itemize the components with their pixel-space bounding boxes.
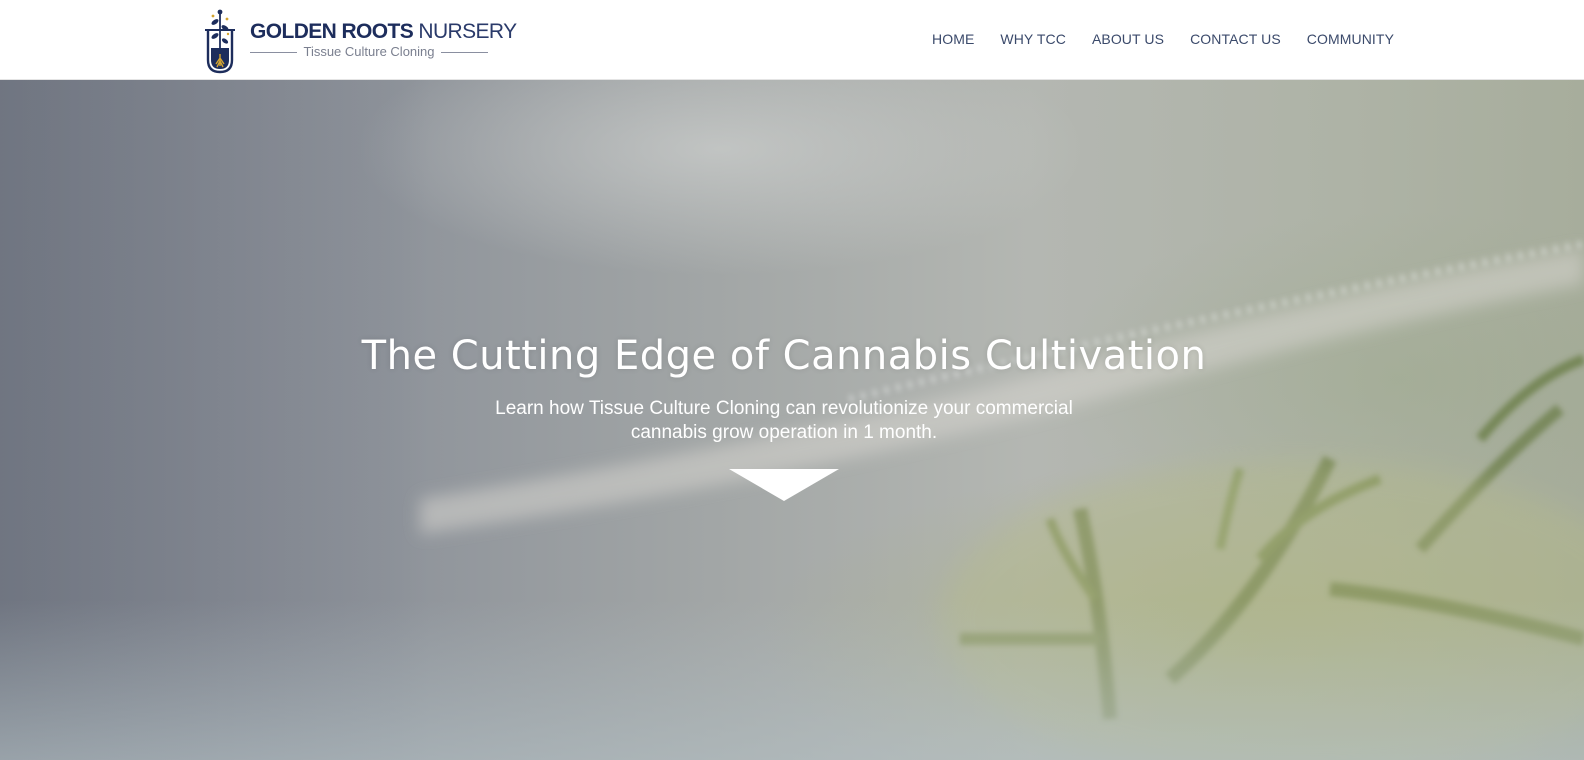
nav-item-about-us[interactable]: ABOUT US [1092,31,1164,47]
hero-content: The Cutting Edge of Cannabis Cultivation… [0,79,1584,760]
brand-name: GOLDEN ROOTS NURSERY [250,20,517,44]
hero-section: The Cutting Edge of Cannabis Cultivation… [0,79,1584,760]
test-tube-plant-icon [205,9,235,74]
tagline-row: Tissue Culture Cloning [250,44,488,60]
down-triangle-icon[interactable] [729,469,839,503]
hero-subtitle: Learn how Tissue Culture Cloning can rev… [495,398,1073,443]
tagline-rule-right [440,51,488,53]
brand-wordmark: GOLDEN ROOTS NURSERY Tissue Culture Clon… [250,20,517,60]
site-header: GOLDEN ROOTS NURSERY Tissue Culture Clon… [0,0,1584,80]
tagline-rule-left [250,51,298,53]
main-nav: HOME WHY TCC ABOUT US CONTACT US COMMUNI… [932,31,1394,47]
nav-item-community[interactable]: COMMUNITY [1307,31,1394,47]
nav-item-contact-us[interactable]: CONTACT US [1190,31,1281,47]
logo[interactable]: GOLDEN ROOTS NURSERY Tissue Culture Clon… [204,8,517,74]
tagline: Tissue Culture Cloning [303,44,435,59]
brand-name-light: NURSERY [413,20,517,43]
nav-item-home[interactable]: HOME [932,31,974,47]
nav-item-why-tcc[interactable]: WHY TCC [1000,31,1066,47]
page: GOLDEN ROOTS NURSERY Tissue Culture Clon… [0,0,1584,760]
hero-title: The Cutting Edge of Cannabis Cultivation [361,333,1207,379]
brand-name-bold: GOLDEN ROOTS [250,20,414,43]
